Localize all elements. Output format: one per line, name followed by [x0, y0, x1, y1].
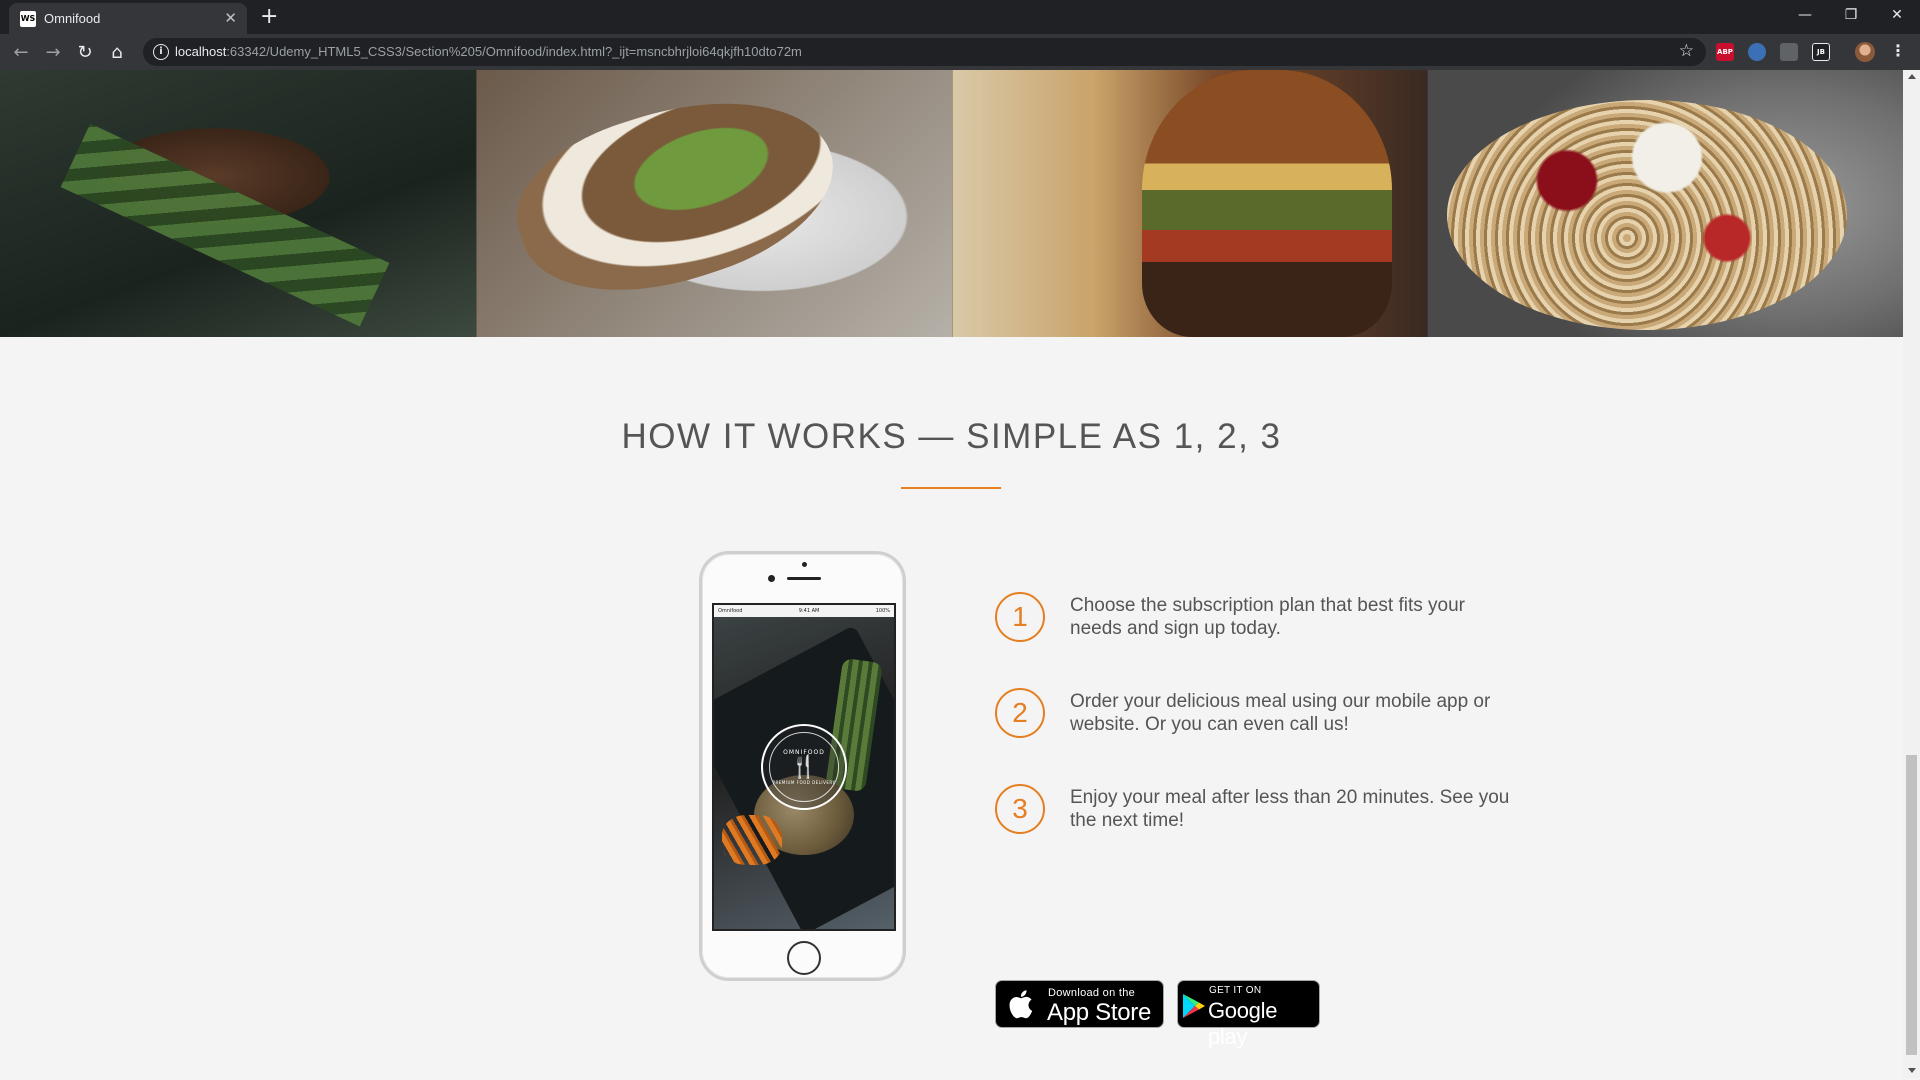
phone-screen: Omnifood 9:41 AM 100% OMNIFOOD 🍴 PREMIUM…: [712, 603, 896, 931]
forward-arrow-icon[interactable]: →: [41, 40, 65, 64]
url-text[interactable]: localhost:63342/Udemy_HTML5_CSS3/Section…: [175, 44, 802, 59]
close-window-icon[interactable]: ✕: [1874, 0, 1920, 30]
app-store-badge[interactable]: Download on the App Store: [995, 980, 1164, 1028]
scroll-up-arrow-icon[interactable]: [1908, 74, 1916, 79]
tab-close-icon[interactable]: ✕: [224, 9, 237, 27]
phone-speaker: [787, 577, 821, 580]
phone-home-button: [787, 941, 821, 975]
step-1: 1 Choose the subscription plan that best…: [995, 592, 1515, 652]
step-number: 3: [995, 784, 1045, 834]
section-title: HOW IT WORKS — SIMPLE AS 1, 2, 3: [621, 417, 1282, 456]
jetbrains-extension-icon[interactable]: JB: [1812, 43, 1830, 61]
step-2: 2 Order your delicious meal using our mo…: [995, 688, 1515, 748]
logo-bottom-text: PREMIUM FOOD DELIVERY: [772, 780, 836, 785]
meal-divider: [1427, 70, 1428, 337]
tab-title: Omnifood: [44, 11, 101, 26]
back-arrow-icon[interactable]: ←: [9, 40, 33, 64]
carrots-image: [722, 815, 782, 865]
phone-time: 9:41 AM: [798, 608, 820, 614]
info-icon[interactable]: i: [153, 44, 169, 60]
google-play-icon: [1183, 994, 1205, 1018]
webstorm-favicon-icon: WS: [20, 11, 36, 27]
carrier-label: Omnifood: [718, 608, 743, 614]
scroll-down-arrow-icon[interactable]: [1908, 1068, 1916, 1073]
meal-photo-burger: [951, 70, 1428, 337]
browser-menu-icon[interactable]: ⋮: [1890, 41, 1906, 60]
google-play-big-text: Google play: [1208, 998, 1278, 1049]
google-play-badge[interactable]: GET IT ON Google play: [1177, 980, 1320, 1049]
adblock-plus-icon[interactable]: ABP: [1716, 43, 1734, 61]
apple-logo-icon: [1009, 990, 1033, 1019]
meal-divider: [952, 70, 953, 337]
step-text: Enjoy your meal after less than 20 minut…: [1070, 787, 1510, 831]
step-text: Choose the subscription plan that best f…: [1070, 595, 1466, 639]
meals-showcase: [0, 70, 1903, 337]
reload-icon[interactable]: ↻: [73, 40, 97, 64]
title-underline: [901, 487, 1001, 489]
extension-eyes-icon[interactable]: [1748, 43, 1766, 61]
browser-chrome: WS Omnifood ✕ + — ❐ ✕ ← → ↻ ⌂ i localhos…: [0, 0, 1920, 70]
tab-bar: WS Omnifood ✕ + — ❐ ✕: [0, 0, 1920, 34]
fork-spoon-icon: 🍴: [790, 755, 818, 780]
minimize-icon[interactable]: —: [1782, 0, 1828, 30]
bookmark-star-icon[interactable]: ☆: [1679, 41, 1694, 61]
phone-sensor: [802, 562, 807, 567]
scrollbar-thumb[interactable]: [1906, 755, 1917, 1055]
url-path: :63342/Udemy_HTML5_CSS3/Section%205/Omni…: [226, 44, 802, 59]
iphone-mockup: Omnifood 9:41 AM 100% OMNIFOOD 🍴 PREMIUM…: [699, 551, 906, 981]
restore-icon[interactable]: ❐: [1828, 0, 1874, 30]
battery-level: 100%: [875, 608, 890, 614]
meal-photo-steak: [0, 70, 476, 337]
page-viewport: HOW IT WORKS — SIMPLE AS 1, 2, 3 Omnifoo…: [0, 70, 1903, 1078]
meal-photo-sandwich: [475, 70, 952, 337]
url-host: localhost: [175, 44, 227, 59]
google-play-small-text: GET IT ON: [1209, 985, 1262, 996]
app-store-big-text: App Store: [1047, 999, 1152, 1026]
cast-extension-icon[interactable]: [1780, 43, 1798, 61]
page-scrollbar[interactable]: [1903, 70, 1920, 1078]
logo-inner-ring: OMNIFOOD 🍴 PREMIUM FOOD DELIVERY: [769, 732, 839, 802]
phone-status-bar: Omnifood 9:41 AM 100%: [714, 605, 894, 617]
window-controls: — ❐ ✕: [1782, 0, 1920, 30]
step-text: Order your delicious meal using our mobi…: [1070, 691, 1491, 735]
step-number: 1: [995, 592, 1045, 642]
meal-photo-granola: [1427, 70, 1903, 337]
new-tab-icon[interactable]: +: [260, 4, 278, 29]
browser-tab[interactable]: WS Omnifood ✕: [9, 3, 247, 34]
meal-divider: [476, 70, 477, 337]
omnifood-logo-badge: OMNIFOOD 🍴 PREMIUM FOOD DELIVERY: [761, 724, 847, 810]
home-icon[interactable]: ⌂: [105, 40, 129, 64]
step-3: 3 Enjoy your meal after less than 20 min…: [995, 784, 1515, 844]
phone-camera: [768, 575, 775, 582]
address-bar[interactable]: i localhost:63342/Udemy_HTML5_CSS3/Secti…: [143, 38, 1706, 66]
browser-toolbar: ← → ↻ ⌂ i localhost:63342/Udemy_HTML5_CS…: [0, 34, 1920, 70]
step-number: 2: [995, 688, 1045, 738]
profile-avatar[interactable]: [1855, 42, 1875, 62]
app-store-small-text: Download on the: [1048, 987, 1136, 999]
